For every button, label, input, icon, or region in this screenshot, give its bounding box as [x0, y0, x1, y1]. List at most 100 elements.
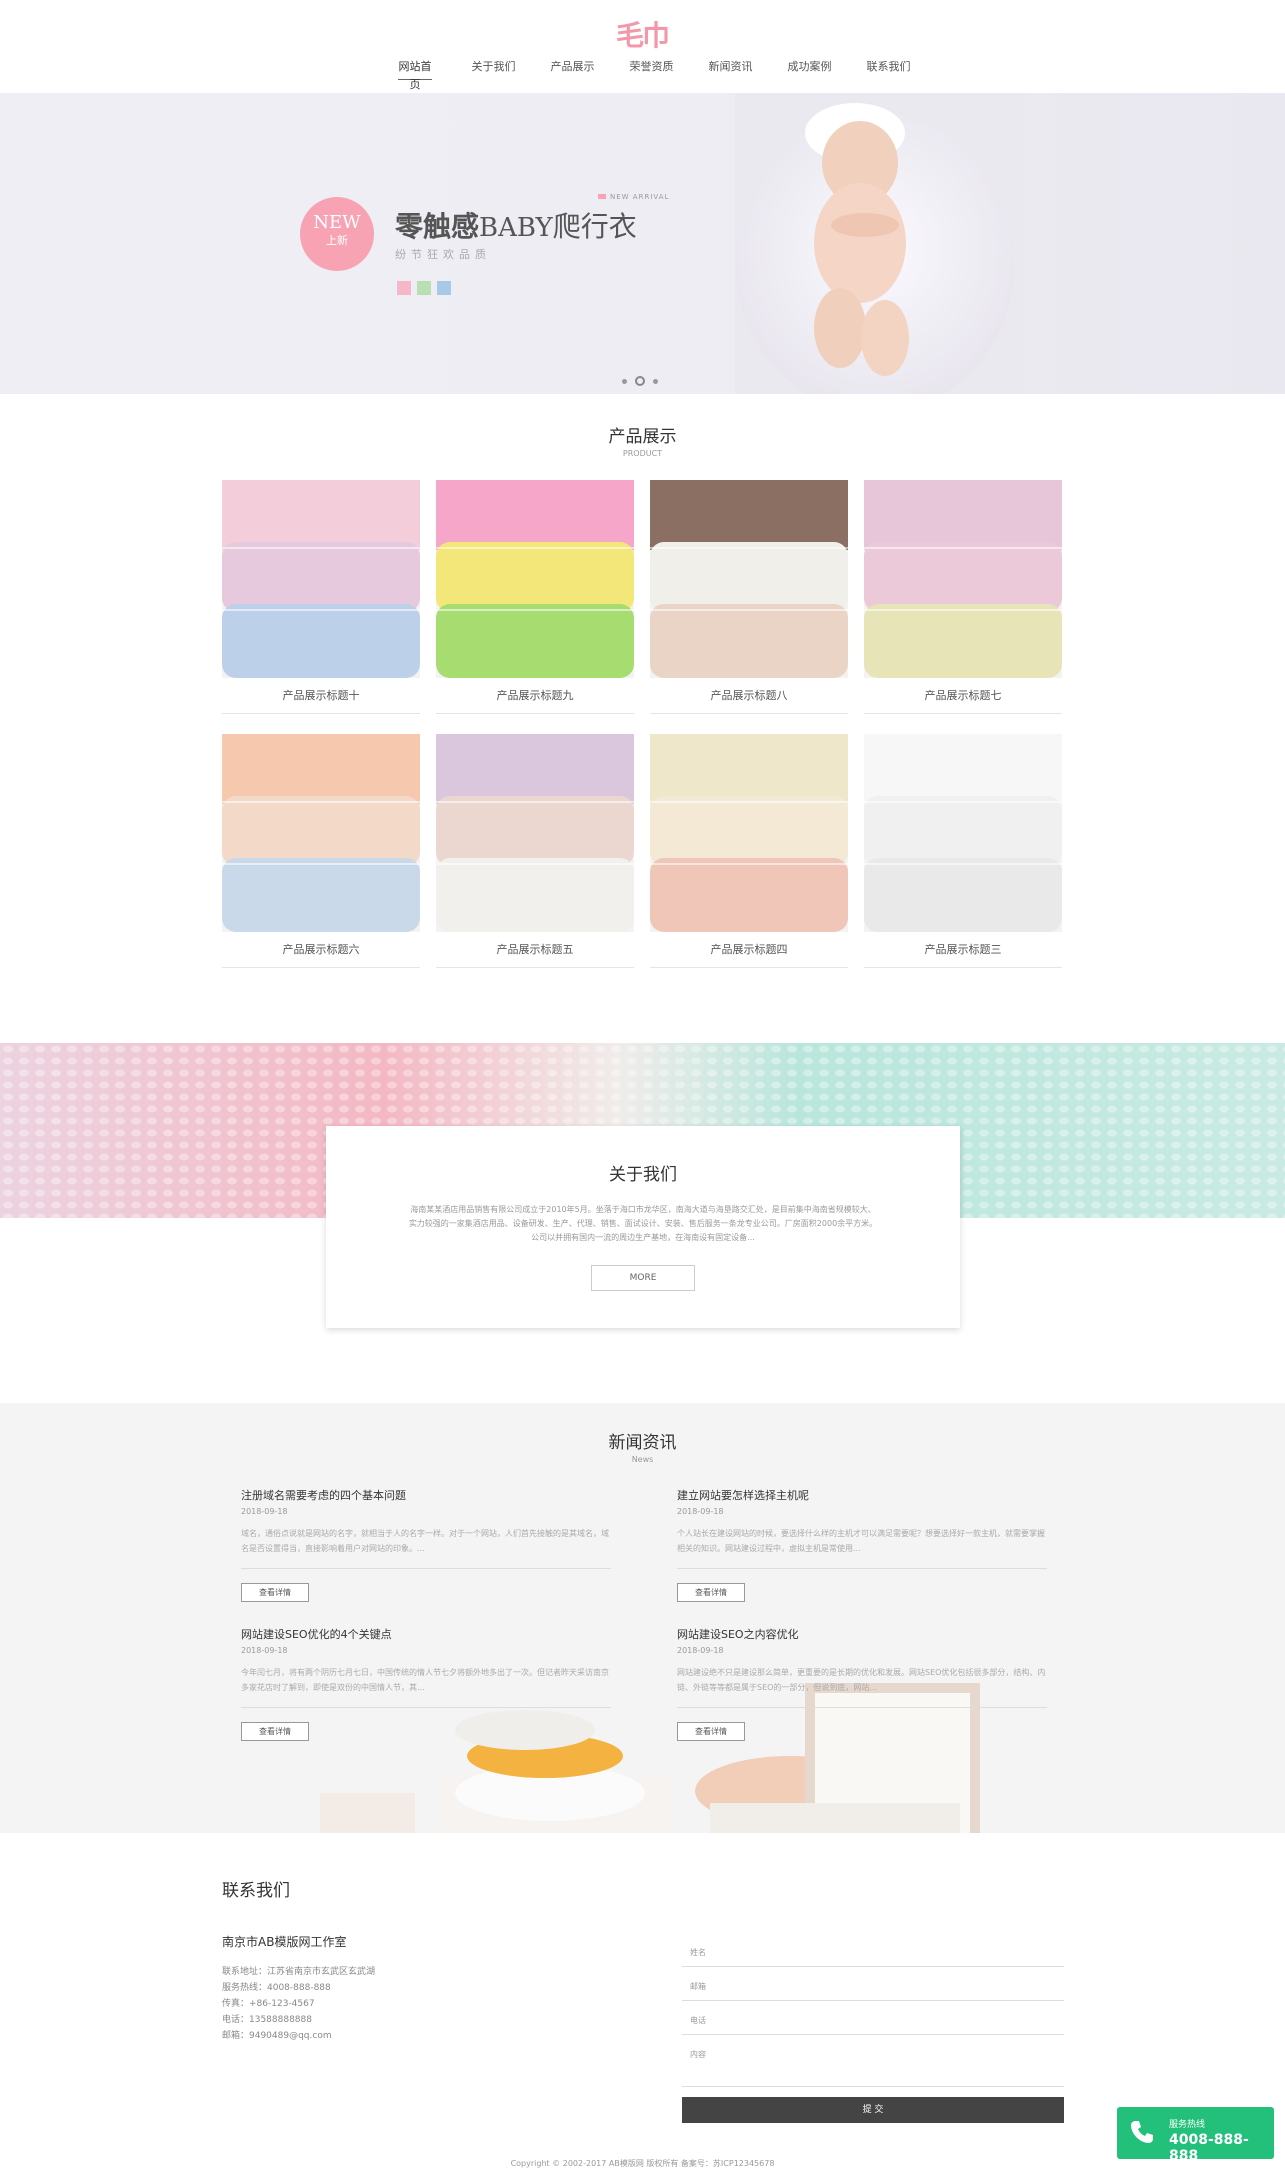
nav-products[interactable]: 产品展示 — [533, 58, 612, 80]
nav-news[interactable]: 新闻资讯 — [691, 58, 770, 80]
news-item-title[interactable]: 注册域名需要考虑的四个基本问题 — [241, 1487, 611, 1503]
news-item-summary: 个人站长在建设网站的时候，要选择什么样的主机才可以满足需要呢？想要选择好一款主机… — [677, 1529, 1045, 1553]
contact-hotline: 服务热线：4008-888-888 — [222, 1983, 331, 1993]
news-item-title[interactable]: 建立网站要怎样选择主机呢 — [677, 1487, 1047, 1503]
news-item-summary: 今年闰七月，将有两个阴历七月七日，中国传统的情人节七夕将额外地多出了一次。但记者… — [241, 1668, 609, 1692]
products-subtitle: PRODUCT — [622, 449, 663, 458]
content-textarea[interactable]: 内容 — [682, 2035, 1064, 2087]
news-item-title[interactable]: 网站建设SEO之内容优化 — [677, 1626, 1047, 1642]
news-detail-button[interactable]: 查看详情 — [677, 1583, 745, 1602]
news-item-title[interactable]: 网站建设SEO优化的4个关键点 — [241, 1626, 611, 1642]
email-field[interactable]: 邮箱 — [682, 1967, 1064, 2001]
product-image[interactable] — [650, 734, 848, 932]
product-caption[interactable]: 产品展示标题十 — [222, 678, 420, 714]
contact-info: 联系地址：江苏省南京市玄武区玄武湖 服务热线：4008-888-888 传真：+… — [222, 1964, 375, 2044]
banner-title-en: BABY — [479, 213, 553, 243]
product-caption[interactable]: 产品展示标题五 — [436, 932, 634, 968]
product-image[interactable] — [864, 734, 1062, 932]
news-item: 建立网站要怎样选择主机呢 2018-09-18 个人站长在建设网站的时候，要选择… — [677, 1487, 1047, 1602]
news-detail-button[interactable]: 查看详情 — [241, 1583, 309, 1602]
name-field[interactable]: 姓名 — [682, 1933, 1064, 1967]
nav-honors[interactable]: 荣誉资质 — [612, 58, 691, 80]
product-card[interactable]: 产品展示标题三 — [864, 734, 1062, 968]
new-badge: NEW 上新 — [300, 197, 374, 271]
carousel-dot[interactable] — [653, 378, 658, 384]
logo[interactable]: 毛巾 — [614, 14, 670, 52]
product-caption[interactable]: 产品展示标题八 — [650, 678, 848, 714]
product-image[interactable] — [436, 480, 634, 678]
badge-en: NEW — [313, 212, 361, 233]
contact-section: 联系我们 南京市AB模版网工作室 联系地址：江苏省南京市玄武区玄武湖 服务热线：… — [0, 1848, 1285, 2148]
product-image[interactable] — [436, 734, 634, 932]
header: 毛巾 网站首页 关于我们 产品展示 荣誉资质 新闻资讯 成功案例 联系我们 — [0, 0, 1285, 93]
news-title: 新闻资讯 — [608, 1433, 677, 1453]
about-card: 关于我们 海南某某酒店用品销售有限公司成立于2010年5月。坐落于海口市龙华区，… — [326, 1126, 960, 1328]
product-card[interactable]: 产品展示标题七 — [864, 480, 1062, 714]
product-card[interactable]: 产品展示标题六 — [222, 734, 420, 968]
swatch-green[interactable] — [417, 281, 431, 295]
news-item-summary: 网站建设绝不只是建设那么简单，更重要的是长期的优化和发展。网站SEO优化包括很多… — [677, 1668, 1046, 1692]
news-divider — [241, 1707, 611, 1708]
contact-form: 姓名 邮箱 电话 内容 提 交 — [682, 1933, 1064, 2123]
product-card[interactable]: 产品展示标题九 — [436, 480, 634, 714]
banner-title: 零触感BABY爬行衣 — [395, 205, 637, 245]
product-card[interactable]: 产品展示标题八 — [650, 480, 848, 714]
product-image[interactable] — [222, 480, 420, 678]
product-card[interactable]: 产品展示标题五 — [436, 734, 634, 968]
news-item-date: 2018-09-18 — [241, 1507, 288, 1516]
contact-title: 联系我们 — [222, 1881, 290, 1901]
news-divider — [677, 1707, 1047, 1708]
news-divider — [677, 1568, 1047, 1569]
hotline-widget[interactable]: 服务热线 4008-888-888 — [1117, 2107, 1274, 2164]
product-caption[interactable]: 产品展示标题四 — [650, 932, 848, 968]
banner-subtitle: 纷节狂欢品质 — [395, 248, 491, 261]
product-image[interactable] — [222, 734, 420, 932]
company-name: 南京市AB模版网工作室 — [222, 1935, 347, 1949]
swatch-blue[interactable] — [437, 281, 451, 295]
swatch-pink[interactable] — [397, 281, 411, 295]
contact-phone: 电话：13588888888 — [222, 2015, 312, 2025]
nav-about[interactable]: 关于我们 — [454, 58, 533, 80]
arrival-label: NEW ARRIVAL — [598, 193, 669, 201]
submit-button[interactable]: 提 交 — [682, 2097, 1064, 2123]
product-image[interactable] — [864, 480, 1062, 678]
news-divider — [241, 1568, 611, 1569]
page: 毛巾 网站首页 关于我们 产品展示 荣誉资质 新闻资讯 成功案例 联系我们 NE… — [0, 0, 1285, 2179]
news-section: 新闻资讯 News 注册域名需要考虑的四个基本问题 2018-09-18 域名，… — [0, 1403, 1285, 1833]
phone-field[interactable]: 电话 — [682, 2001, 1064, 2035]
nav-cases[interactable]: 成功案例 — [770, 58, 849, 80]
product-caption[interactable]: 产品展示标题七 — [864, 678, 1062, 714]
news-detail-button[interactable]: 查看详情 — [241, 1722, 309, 1741]
contact-fax: 传真：+86-123-4567 — [222, 1999, 315, 2009]
hero-banner[interactable]: NEW 上新 NEW ARRIVAL 零触感BABY爬行衣 纷节狂欢品质 — [0, 93, 1285, 394]
about-title: 关于我们 — [609, 1165, 677, 1185]
products-heading: 产品展示 PRODUCT — [0, 422, 1285, 458]
badge-cn: 上新 — [326, 234, 348, 247]
footer-copyright: Copyright © 2002-2017 AB模版网 版权所有 备案号：苏IC… — [510, 2159, 775, 2168]
about-text: 海南某某酒店用品销售有限公司成立于2010年5月。坐落于海口市龙华区，南海大道与… — [408, 1205, 878, 1242]
news-item-date: 2018-09-18 — [677, 1646, 724, 1655]
news-detail-button[interactable]: 查看详情 — [677, 1722, 745, 1741]
news-subtitle: News — [631, 1455, 654, 1464]
news-item-summary: 域名，通俗点说就是网站的名字，就相当于人的名字一样。对于一个网站，人们首先接触的… — [241, 1529, 609, 1553]
phone-icon — [1131, 2121, 1153, 2143]
product-image[interactable] — [650, 480, 848, 678]
banner-title-cn: 零触感 — [395, 210, 480, 243]
about-more-button[interactable]: MORE — [591, 1265, 695, 1291]
product-caption[interactable]: 产品展示标题九 — [436, 678, 634, 714]
baby-photo — [735, 93, 1025, 394]
product-card[interactable]: 产品展示标题四 — [650, 734, 848, 968]
product-caption[interactable]: 产品展示标题六 — [222, 932, 420, 968]
news-item: 网站建设SEO优化的4个关键点 2018-09-18 今年闰七月，将有两个阴历七… — [241, 1626, 611, 1741]
banner-title-cn2: 爬行衣 — [552, 210, 637, 243]
contact-address: 联系地址：江苏省南京市玄武区玄武湖 — [222, 1967, 376, 1977]
product-card[interactable]: 产品展示标题十 — [222, 480, 420, 714]
contact-email: 邮箱：9490489@qq.com — [222, 2031, 332, 2041]
nav-contact[interactable]: 联系我们 — [849, 58, 928, 80]
carousel-dot[interactable] — [622, 378, 627, 384]
product-caption[interactable]: 产品展示标题三 — [864, 932, 1062, 968]
nav-home[interactable]: 网站首页 — [398, 58, 432, 91]
carousel-dots — [622, 376, 658, 386]
news-item-date: 2018-09-18 — [241, 1646, 288, 1655]
carousel-dot-active[interactable] — [635, 376, 645, 386]
